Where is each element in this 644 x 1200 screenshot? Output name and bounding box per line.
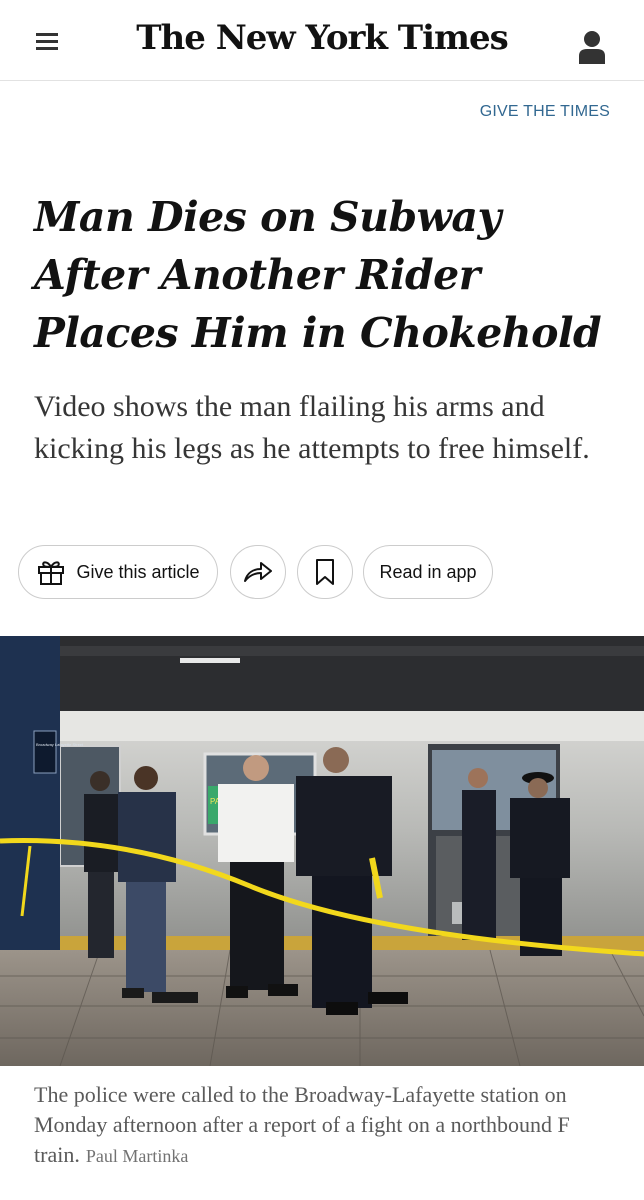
save-bookmark-button[interactable] bbox=[297, 545, 353, 599]
officer-figure bbox=[462, 768, 496, 940]
give-this-article-button[interactable]: Give this article bbox=[18, 545, 218, 599]
nyt-logo[interactable]: The New York Times bbox=[0, 18, 644, 58]
read-in-app-label: Read in app bbox=[379, 561, 477, 582]
top-navigation-bar: The New York Times bbox=[0, 0, 644, 81]
read-in-app-button[interactable]: Read in app bbox=[363, 545, 493, 599]
bookmark-icon bbox=[316, 559, 334, 585]
photo-credit: Paul Martinka bbox=[85, 1146, 189, 1166]
user-account-icon[interactable] bbox=[578, 30, 606, 64]
give-the-times-link[interactable]: GIVE THE TIMES bbox=[480, 103, 610, 121]
share-arrow-icon bbox=[244, 562, 272, 582]
gift-icon bbox=[38, 561, 65, 585]
subway-platform-scene: PAY YO Broadway Lafayette Street bbox=[0, 636, 644, 1066]
give-this-article-label: Give this article bbox=[76, 561, 200, 582]
person-figure bbox=[84, 771, 118, 958]
article-headline: Man Dies on Subway After Another Rider P… bbox=[34, 193, 602, 357]
station-sign-text: Broadway Lafayette Street bbox=[36, 742, 84, 747]
article-photo[interactable]: PAY YO Broadway Lafayette Street bbox=[0, 636, 644, 1066]
share-button[interactable] bbox=[230, 545, 286, 599]
photo-caption: The police were called to the Broadway-L… bbox=[34, 1080, 614, 1171]
article-summary: Video shows the man flailing his arms an… bbox=[34, 390, 590, 465]
